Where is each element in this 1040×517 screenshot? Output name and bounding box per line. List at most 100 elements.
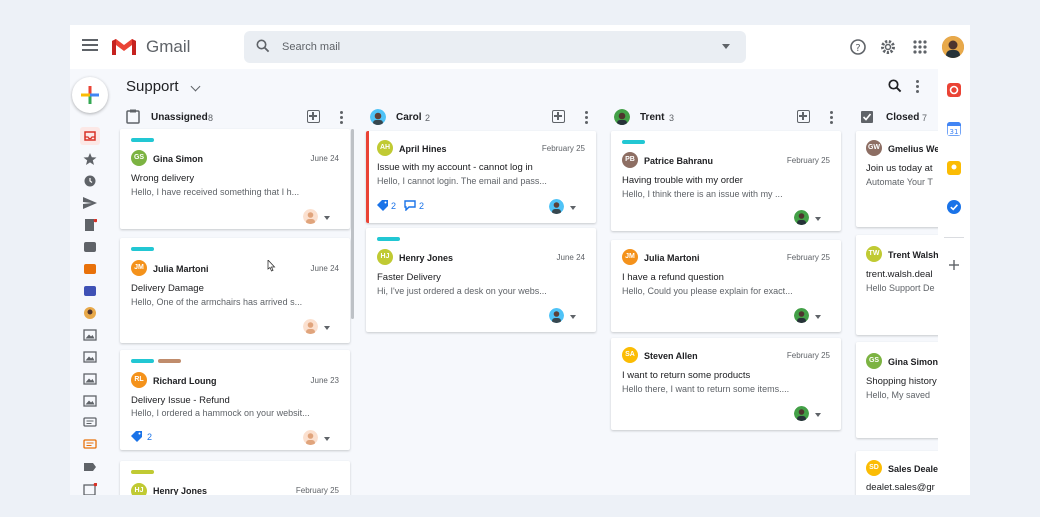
label-orange-icon[interactable] — [83, 263, 97, 275]
account-avatar[interactable] — [942, 36, 964, 58]
email-card[interactable]: TW Trent Walsh trent.walsh.deal Hello Su… — [856, 235, 946, 335]
label-tag-icon[interactable] — [131, 431, 142, 442]
assignee-dropdown-chevron-down-icon[interactable] — [324, 326, 330, 330]
assignee-dropdown-chevron-down-icon[interactable] — [324, 216, 330, 220]
assignee-avatar[interactable] — [303, 319, 318, 334]
chat-icon[interactable] — [83, 417, 97, 429]
email-card[interactable]: PB Patrice Bahranu February 25 Having tr… — [611, 131, 841, 231]
email-card[interactable]: HJ Henry Jones June 24 Faster Delivery H… — [366, 228, 596, 332]
search-bar[interactable]: Search mail — [244, 31, 746, 63]
email-card[interactable]: GW Gmelius We Join us today at Automate … — [856, 131, 946, 227]
comment-count: 2 — [419, 201, 425, 211]
column-more-icon[interactable] — [585, 111, 588, 126]
board-search-icon[interactable] — [888, 79, 902, 93]
add-addon-plus-icon[interactable] — [948, 259, 960, 271]
email-card[interactable]: AH April Hines February 25 Issue with my… — [366, 131, 596, 223]
email-card[interactable]: HJ Henry Jones February 25 — [120, 461, 350, 495]
comment-icon[interactable] — [404, 200, 416, 211]
email-card[interactable]: SA Steven Allen February 25 I want to re… — [611, 338, 841, 430]
label-board-icon[interactable] — [83, 241, 97, 253]
tag-bar — [131, 247, 154, 251]
assignee-dropdown-chevron-down-icon[interactable] — [324, 437, 330, 441]
assignee-dropdown-chevron-down-icon[interactable] — [815, 413, 821, 417]
sender-name: Richard Loung — [153, 376, 217, 386]
settings-gear-icon[interactable] — [878, 37, 898, 57]
add-card-icon[interactable] — [552, 110, 565, 123]
assignee-avatar[interactable] — [549, 199, 564, 214]
email-card[interactable]: RL Richard Loung June 23 Delivery Issue … — [120, 350, 350, 450]
snoozed-clock-icon[interactable] — [83, 175, 97, 187]
sender-name: Steven Allen — [644, 351, 698, 361]
sender-avatar: GW — [866, 140, 882, 156]
tag-bar — [158, 359, 181, 363]
assignee-avatar[interactable] — [303, 430, 318, 445]
email-snippet: Hello, I think there is an issue with my… — [622, 189, 783, 199]
clipboard-icon — [126, 109, 140, 124]
email-card[interactable]: GS Gina Simon Shopping history Hello, My… — [856, 342, 946, 438]
add-card-icon[interactable] — [307, 110, 320, 123]
apps-grid-icon[interactable] — [910, 37, 930, 57]
sender-avatar: SA — [622, 347, 638, 363]
sent-icon[interactable] — [83, 197, 97, 209]
label-blue-icon[interactable] — [83, 285, 97, 297]
chat-orange-icon[interactable] — [83, 439, 97, 451]
label-tag-icon[interactable] — [377, 200, 388, 211]
main-menu-icon[interactable] — [82, 39, 98, 53]
inbox-icon — [84, 131, 96, 141]
image-icon[interactable] — [83, 329, 97, 341]
email-subject: Delivery Issue - Refund — [131, 395, 230, 406]
notes-icon[interactable] — [83, 483, 97, 495]
assignee-avatar[interactable] — [794, 308, 809, 323]
email-date: June 24 — [310, 154, 339, 163]
board-switch-chevron-down-icon[interactable] — [190, 81, 201, 92]
help-icon[interactable]: ? — [848, 37, 868, 57]
email-snippet: Hello, My saved — [866, 390, 931, 400]
assignee-avatar[interactable] — [794, 210, 809, 225]
assignee-avatar[interactable] — [303, 209, 318, 224]
column-scrollbar[interactable] — [351, 129, 354, 319]
email-card[interactable]: JM Julia Martoni February 25 I have a re… — [611, 240, 841, 332]
column-more-icon[interactable] — [340, 111, 343, 126]
search-input[interactable]: Search mail — [282, 41, 340, 53]
assignee-dropdown-chevron-down-icon[interactable] — [815, 217, 821, 221]
email-subject: I want to return some products — [622, 370, 751, 381]
assignee-dropdown-chevron-down-icon[interactable] — [570, 206, 576, 210]
email-subject: Shopping history — [866, 376, 937, 387]
gmelius-icon[interactable] — [947, 83, 961, 97]
calendar-icon[interactable]: 31 — [947, 122, 961, 136]
assignee-dropdown-chevron-down-icon[interactable] — [815, 315, 821, 319]
contact-avatar-icon[interactable] — [83, 307, 97, 319]
email-snippet: Hello there, I want to return some items… — [622, 384, 790, 394]
email-date: February 25 — [295, 486, 339, 495]
image-icon[interactable] — [83, 351, 97, 363]
search-options-icon[interactable] — [722, 44, 730, 49]
assignee-avatar[interactable] — [549, 308, 564, 323]
email-card[interactable]: SD Sales Deale dealet.sales@gr — [856, 451, 946, 495]
image-icon[interactable] — [83, 395, 97, 407]
mouse-cursor-icon — [267, 260, 276, 272]
label-tag-icon[interactable] — [83, 461, 97, 473]
keep-notes-icon[interactable] — [947, 161, 961, 175]
image-icon[interactable] — [83, 373, 97, 385]
column-more-icon[interactable] — [830, 111, 833, 126]
assignee-avatar[interactable] — [794, 406, 809, 421]
email-date: June 23 — [310, 376, 339, 385]
board-title[interactable]: Support — [126, 78, 179, 95]
left-rail — [70, 69, 114, 495]
add-card-icon[interactable] — [797, 110, 810, 123]
tasks-icon[interactable] — [947, 200, 961, 214]
sender-name: Gina Simon — [153, 154, 204, 164]
label-count: 2 — [391, 201, 397, 211]
drafts-icon[interactable] — [83, 219, 97, 231]
email-card[interactable]: GS Gina Simon June 24 Wrong delivery Hel… — [120, 129, 350, 229]
gmail-logo-icon[interactable] — [110, 37, 138, 57]
starred-icon[interactable] — [83, 153, 97, 165]
email-card[interactable]: JM Julia Martoni June 24 Delivery Damage… — [120, 238, 350, 343]
compose-button[interactable] — [72, 77, 108, 113]
assignee-dropdown-chevron-down-icon[interactable] — [570, 315, 576, 319]
inbox-nav[interactable] — [80, 127, 100, 145]
sender-name: Julia Martoni — [644, 253, 700, 263]
sender-name: Henry Jones — [153, 486, 208, 495]
email-snippet: Hello Support De — [866, 283, 935, 293]
board-more-icon[interactable] — [916, 80, 919, 95]
